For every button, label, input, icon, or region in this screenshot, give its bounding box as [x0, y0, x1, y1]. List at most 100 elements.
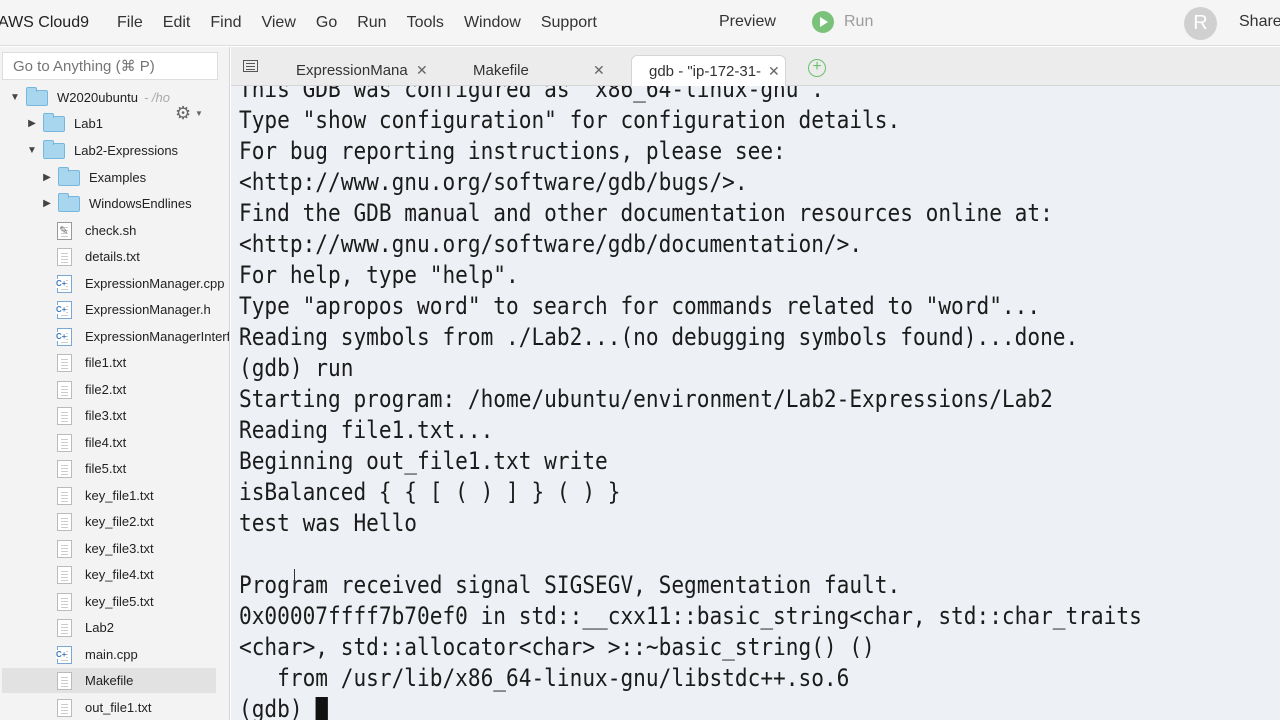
tree-item-file[interactable]: file2.txt [54, 377, 126, 402]
folder-icon [43, 139, 65, 159]
go-to-anything-input[interactable] [2, 52, 218, 80]
header-file-icon [56, 300, 72, 319]
expand-arrow-icon[interactable]: ▼ [8, 92, 22, 103]
tree-item-file-selected[interactable]: Makefile [2, 668, 216, 693]
expand-arrow-icon[interactable]: ▼ [25, 145, 39, 156]
collapse-arrow-icon[interactable]: ▶ [25, 118, 39, 129]
terminal-line: Program received signal SIGSEGV, Segment… [239, 571, 901, 599]
tree-item-label: ExpressionManagerInterface.h [85, 329, 230, 344]
editor-tab-bar: ExpressionMana ✕ Makefile ✕ gdb - "ip-17… [231, 47, 1280, 86]
menu-go[interactable]: Go [306, 14, 347, 32]
tree-item-label: file2.txt [85, 382, 127, 397]
menu-find[interactable]: Find [200, 14, 251, 32]
text-file-icon [57, 565, 72, 584]
folder-icon [58, 166, 80, 186]
tree-item-label: file5.txt [85, 461, 127, 476]
terminal-line: <char>, std::allocator<char> >::~basic_s… [239, 633, 875, 661]
menu-tools[interactable]: Tools [397, 14, 454, 32]
text-cursor [315, 697, 328, 720]
folder-icon [43, 112, 65, 132]
tree-item-label: ExpressionManager.h [85, 302, 211, 317]
tree-item-file[interactable]: details.txt [54, 244, 140, 269]
run-button[interactable]: Run [812, 11, 873, 33]
tree-item-folder[interactable]: ▶ Lab1 [25, 111, 103, 136]
tree-item-folder[interactable]: ▶ Examples [40, 165, 146, 190]
terminal-prompt-line[interactable]: (gdb) [239, 694, 1142, 720]
tree-item-file[interactable]: key_file2.txt [54, 509, 154, 534]
tree-item-label: ExpressionManager.cpp [85, 276, 225, 291]
tree-item-file[interactable]: main.cpp [54, 642, 138, 667]
collapse-arrow-icon[interactable]: ▶ [40, 172, 54, 183]
tree-item-label: WindowsEndlines [89, 196, 192, 211]
terminal-line: test was Hello [239, 509, 418, 537]
menu-window[interactable]: Window [454, 14, 531, 32]
user-avatar[interactable]: R [1184, 7, 1217, 40]
preview-button[interactable]: Preview [719, 13, 776, 31]
menu-view[interactable]: View [251, 14, 305, 32]
text-file-icon [57, 380, 72, 399]
tree-item-file[interactable]: key_file3.txt [54, 536, 154, 561]
tree-item-file[interactable]: ExpressionManager.cpp [54, 271, 224, 296]
tree-item-file[interactable]: ExpressionManager.h [54, 297, 211, 322]
terminal-line: 0x00007ffff7b70ef0 in std::__cxx11::basi… [239, 602, 1142, 630]
tree-item-file[interactable]: ExpressionManagerInterface.h [54, 324, 230, 349]
gdb-terminal[interactable]: This GDB was configured as "x86_64-linux… [231, 86, 1280, 720]
tree-item-label: file3.txt [85, 408, 127, 423]
tree-item-file[interactable]: check.sh [54, 218, 136, 243]
share-button[interactable]: Share [1239, 13, 1280, 31]
cpp-file-icon [56, 645, 72, 664]
menu-edit[interactable]: Edit [153, 14, 201, 32]
tab-list-icon[interactable] [243, 60, 258, 72]
close-icon[interactable]: ✕ [768, 63, 780, 80]
folder-icon [26, 86, 48, 106]
tree-item-file[interactable]: file5.txt [54, 456, 126, 481]
terminal-line: For help, type "help". [239, 261, 519, 289]
gear-icon[interactable]: ⚙ [175, 103, 191, 124]
tab-gdb[interactable]: gdb - "ip-172-31- ✕ [631, 55, 786, 86]
tree-item-file[interactable]: file3.txt [54, 403, 126, 428]
app-brand[interactable]: AWS Cloud9 [0, 14, 89, 32]
tree-item-file[interactable]: key_file5.txt [54, 589, 154, 614]
new-tab-icon[interactable]: + [808, 59, 826, 77]
text-file-icon [57, 512, 72, 531]
menu-file[interactable]: File [107, 14, 153, 32]
menu-support[interactable]: Support [531, 14, 607, 32]
chevron-down-icon[interactable]: ▼ [195, 109, 203, 118]
collapse-arrow-icon[interactable]: ▶ [40, 198, 54, 209]
tree-item-label: key_file3.txt [85, 541, 154, 556]
text-file-icon [57, 459, 72, 478]
tab-label: Makefile [473, 62, 529, 79]
script-file-icon [57, 221, 72, 240]
tree-item-label: key_file5.txt [85, 594, 154, 609]
tab-expressionmanager[interactable]: ExpressionMana ✕ [283, 55, 433, 86]
tree-item-file[interactable]: Lab2 [54, 615, 114, 640]
header-file-icon [56, 327, 72, 346]
terminal-line: from /usr/lib/x86_64-linux-gnu/libstdc++… [239, 664, 850, 692]
mouse-ibeam-cursor-icon [294, 569, 302, 585]
tree-item-label: Makefile [85, 673, 134, 688]
tree-item-file[interactable]: key_file4.txt [54, 562, 154, 587]
tree-item-folder[interactable]: ▼ Lab2-Expressions [25, 138, 178, 163]
close-icon[interactable]: ✕ [593, 62, 605, 79]
tab-makefile[interactable]: Makefile ✕ [459, 55, 609, 86]
tree-item-label: Examples [89, 170, 147, 185]
tree-item-file[interactable]: file1.txt [54, 350, 126, 375]
close-icon[interactable]: ✕ [416, 62, 428, 79]
tree-root[interactable]: ▼ W2020ubuntu - /ho [8, 85, 170, 110]
menu-run[interactable]: Run [347, 14, 396, 32]
tree-item-file[interactable]: key_file1.txt [54, 483, 154, 508]
text-file-icon [57, 353, 72, 372]
tree-item-file[interactable]: out_file1.txt [54, 695, 152, 720]
terminal-line: isBalanced { { [ ( ) ] } ( ) } [239, 478, 621, 506]
terminal-line: (gdb) run [239, 354, 354, 382]
terminal-line: Reading symbols from ./Lab2...(no debugg… [239, 323, 1079, 351]
tree-item-label: key_file4.txt [85, 567, 154, 582]
terminal-line: Type "apropos word" to search for comman… [239, 292, 1041, 320]
file-tree-panel: ⚙ ▼ ▼ W2020ubuntu - /ho ▶ Lab1 ▼ Lab2-Ex… [0, 47, 230, 720]
menu-bar: AWS Cloud9 File Edit Find View Go Run To… [0, 0, 1280, 46]
folder-icon [58, 192, 80, 212]
binary-file-icon [57, 618, 72, 637]
tree-item-file[interactable]: file4.txt [54, 430, 126, 455]
terminal-line: <http://www.gnu.org/software/gdb/bugs/>. [239, 168, 748, 196]
tree-item-folder[interactable]: ▶ WindowsEndlines [40, 191, 192, 216]
